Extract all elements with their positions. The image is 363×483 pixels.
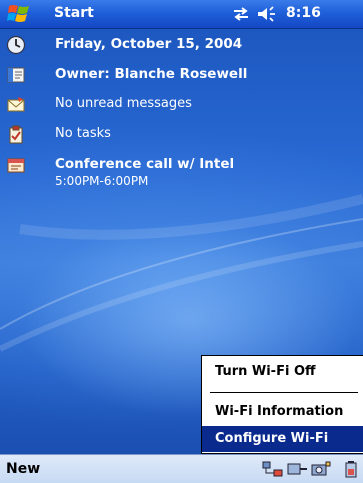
contact-card-icon (7, 67, 25, 83)
network-icon[interactable] (262, 460, 284, 478)
appointment-row[interactable]: Conference call w/ Intel 5:00PM-6:00PM (0, 150, 363, 194)
tasks-row[interactable]: No tasks (0, 120, 363, 150)
wifi-context-menu: Turn Wi-Fi Off Wi-Fi Information Configu… (201, 355, 363, 454)
battery-icon[interactable] (344, 460, 358, 478)
wifi-card-icon[interactable] (286, 460, 308, 478)
owner-row[interactable]: Owner: Blanche Rosewell (0, 60, 363, 90)
calendar-icon (7, 158, 25, 173)
owner-text: Owner: Blanche Rosewell (55, 66, 248, 82)
messages-row[interactable]: No unread messages (0, 90, 363, 120)
menu-bar: New (0, 454, 363, 483)
tasks-text: No tasks (55, 126, 111, 141)
date-row[interactable]: Friday, October 15, 2004 (0, 30, 363, 60)
new-button[interactable]: New (6, 461, 40, 477)
appointment-title: Conference call w/ Intel (55, 156, 235, 172)
start-menu-label[interactable]: Start (54, 5, 94, 21)
task-clipboard-icon (9, 125, 23, 144)
title-bar: Start 8:16 (0, 0, 363, 29)
date-text: Friday, October 15, 2004 (55, 36, 243, 52)
envelope-icon (7, 97, 25, 112)
connectivity-icon[interactable] (232, 6, 250, 22)
menu-separator (210, 392, 358, 393)
wifi-information-item[interactable]: Wi-Fi Information (202, 399, 363, 425)
appointment-time: 5:00PM-6:00PM (55, 174, 149, 188)
clock[interactable]: 8:16 (286, 5, 321, 21)
windows-flag-icon[interactable] (6, 3, 32, 25)
turn-wifi-off-item[interactable]: Turn Wi-Fi Off (202, 359, 363, 385)
camera-icon[interactable] (310, 460, 332, 478)
messages-text: No unread messages (55, 96, 192, 111)
configure-wifi-item[interactable]: Configure Wi-Fi (202, 426, 363, 452)
clock-icon (6, 35, 26, 55)
volume-icon[interactable] (256, 6, 278, 22)
